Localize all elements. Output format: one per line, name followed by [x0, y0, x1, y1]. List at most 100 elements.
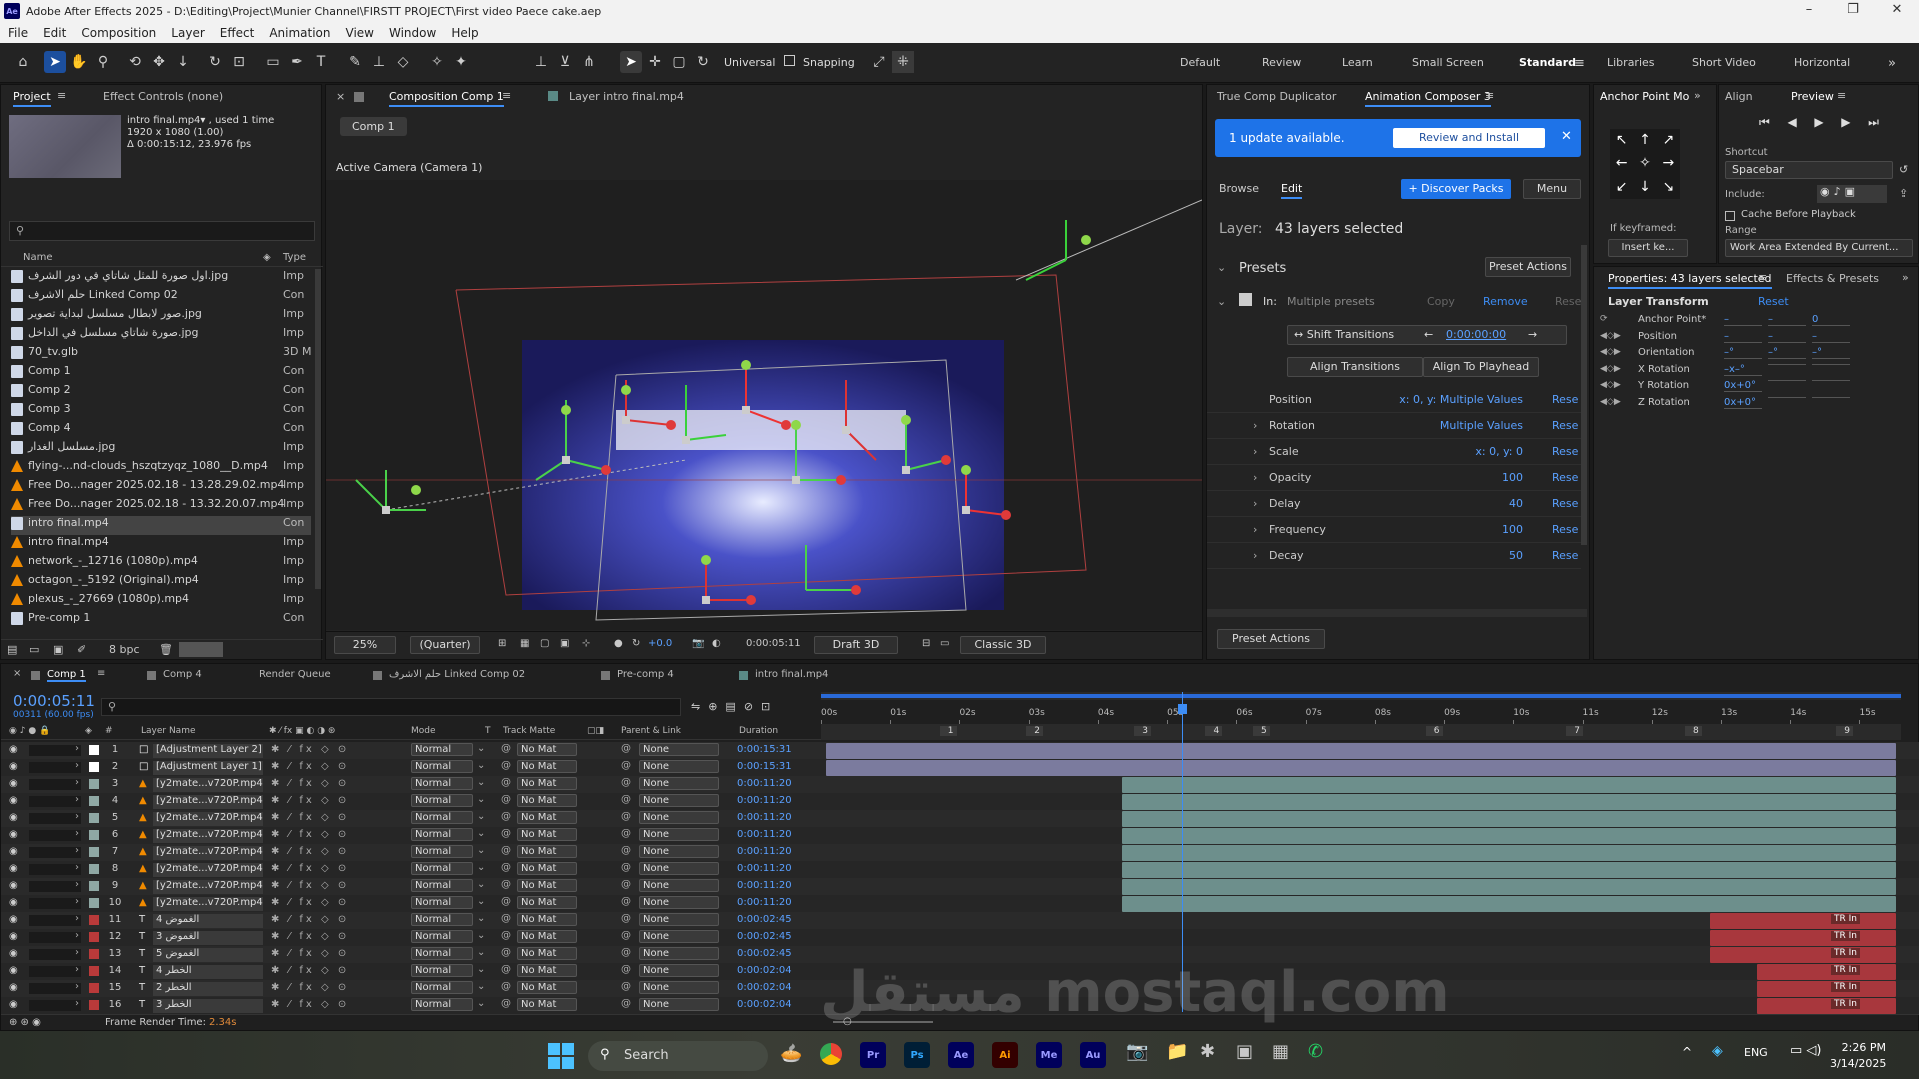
- layer-switches-icon[interactable]: ✱ ⁄ fx ◇ ⊙: [271, 982, 349, 993]
- visibility-eye-icon[interactable]: ◉: [9, 880, 18, 891]
- comp-viewer[interactable]: [326, 180, 1202, 630]
- tab-preview[interactable]: Preview: [1791, 90, 1834, 103]
- parent-dropdown[interactable]: None: [639, 964, 719, 977]
- region-of-interest-icon[interactable]: ▣: [560, 638, 569, 649]
- mode-header[interactable]: Mode: [411, 726, 436, 736]
- transform-reset-button[interactable]: Reset: [1758, 295, 1789, 308]
- pan-behind-icon[interactable]: ⊡: [228, 51, 250, 73]
- transform-row[interactable]: ◀◇▶ Position – – –: [1594, 330, 1919, 346]
- layer-name[interactable]: الغموض 5: [153, 948, 263, 962]
- keyframe-nav-icon[interactable]: ◀◇▶: [1600, 397, 1621, 407]
- comp-marker[interactable]: 1: [939, 726, 957, 736]
- duration-header[interactable]: Duration: [739, 726, 778, 736]
- renderer-dropdown[interactable]: Classic 3D: [960, 636, 1046, 654]
- visibility-eye-icon[interactable]: ◉: [9, 744, 18, 755]
- visibility-eye-icon[interactable]: ◉: [9, 795, 18, 806]
- anchor-grid[interactable]: ↖ ↑ ↗ ← ✧ → ↙ ↓ ↘: [1610, 129, 1680, 199]
- parent-dropdown[interactable]: None: [639, 828, 719, 841]
- expand-layer-icon[interactable]: ›: [75, 981, 79, 992]
- transform-row[interactable]: ◀◇▶ Orientation –° –° –°: [1594, 346, 1919, 362]
- close-button[interactable]: ✕: [1875, 0, 1919, 22]
- table-row[interactable]: ◉ › 12 T الغموض 3 ✱ ⁄ fx ◇ ⊙ Normal ⌄ @ No Mat @ No…: [1, 929, 1919, 946]
- timeline-timecode[interactable]: 0:00:05:11: [13, 692, 95, 710]
- prop-reset-button[interactable]: Rese: [1552, 523, 1578, 536]
- layer-label-color[interactable]: [89, 864, 99, 874]
- prop-expand-icon[interactable]: ›: [1253, 471, 1257, 484]
- matte-link-icon[interactable]: @: [501, 743, 511, 754]
- layer-label-color[interactable]: [89, 847, 99, 857]
- track-matte-dropdown[interactable]: No Mat: [517, 879, 577, 892]
- composer-prop-row[interactable]: › Opacity 100 Rese: [1207, 465, 1581, 491]
- layer-name[interactable]: [Adjustment Layer 2]: [153, 744, 263, 758]
- visibility-eye-icon[interactable]: ◉: [9, 948, 18, 959]
- tab-align[interactable]: Align: [1725, 90, 1753, 103]
- matte-link-icon[interactable]: @: [501, 794, 511, 805]
- pickwhip-icon[interactable]: @: [621, 811, 631, 822]
- table-row[interactable]: ◉ › 9 ▲ [y2mate...v720P.mp4] ✱ ⁄ fx ◇ ⊙ Normal…: [1, 878, 1919, 895]
- mode-dropdown[interactable]: Normal: [411, 743, 473, 756]
- brush-tool-icon[interactable]: ✎: [344, 51, 366, 73]
- expand-layer-icon[interactable]: ›: [75, 794, 79, 805]
- parent-dropdown[interactable]: None: [639, 913, 719, 926]
- layer-name[interactable]: الخطر 3: [153, 999, 263, 1013]
- parent-dropdown[interactable]: None: [639, 811, 719, 824]
- track-matte-dropdown[interactable]: No Mat: [517, 930, 577, 943]
- layer-duration[interactable]: 0:00:11:20: [737, 846, 792, 857]
- matte-link-icon[interactable]: @: [501, 879, 511, 890]
- tab-animation-composer[interactable]: Animation Composer 3: [1365, 90, 1491, 107]
- solo-lock-switches[interactable]: [29, 779, 81, 790]
- reset-shortcut-icon[interactable]: ↺: [1899, 163, 1908, 176]
- mode-dropdown[interactable]: Normal: [411, 964, 473, 977]
- expand-layer-icon[interactable]: ›: [75, 896, 79, 907]
- av-switches-icon[interactable]: ◉ ♪ ● 🔒: [9, 726, 50, 736]
- mode-dropdown[interactable]: Normal: [411, 828, 473, 841]
- comp-marker[interactable]: 9: [1836, 726, 1853, 736]
- matte-link-icon[interactable]: @: [501, 981, 511, 992]
- layer-label-color[interactable]: [89, 915, 99, 925]
- composer-vscroll[interactable]: [1581, 245, 1587, 545]
- transparency-grid-icon[interactable]: ▦: [520, 638, 529, 649]
- remove-button[interactable]: Remove: [1483, 295, 1528, 308]
- folder-icon[interactable]: 📁: [1166, 1041, 1188, 1062]
- layer-name[interactable]: [Adjustment Layer 1]: [153, 761, 263, 775]
- expand-layer-icon[interactable]: ›: [75, 879, 79, 890]
- project-menu-icon[interactable]: ≡: [57, 89, 66, 102]
- marker-bar[interactable]: 1 2 3 4 5 6 7 8 9: [821, 724, 1901, 740]
- layer-label-color[interactable]: [89, 813, 99, 823]
- switches-header-icon[interactable]: ✱ ⁄ fx ▣ ◐ ◑ ⊛: [269, 726, 335, 736]
- matte-link-icon[interactable]: @: [501, 964, 511, 975]
- expand-layer-icon[interactable]: ›: [75, 930, 79, 941]
- interpret-footage-icon[interactable]: ▤: [7, 643, 17, 656]
- expand-layer-icon[interactable]: ›: [75, 913, 79, 924]
- matte-link-icon[interactable]: @: [501, 998, 511, 1009]
- parent-dropdown[interactable]: None: [639, 862, 719, 875]
- keyframe-nav-icon[interactable]: ◀◇▶: [1600, 364, 1621, 374]
- transform-prop-value[interactable]: –°: [1724, 347, 1762, 359]
- layer-switches-icon[interactable]: ✱ ⁄ fx ◇ ⊙: [271, 778, 349, 789]
- table-row[interactable]: ◉ › 2 □ [Adjustment Layer 1] ✱ ⁄ fx ◇ ⊙ Normal…: [1, 759, 1919, 776]
- layer-switches-icon[interactable]: ✱ ⁄ fx ◇ ⊙: [271, 761, 349, 772]
- exposure-value[interactable]: +0.0: [648, 638, 672, 649]
- parent-dropdown[interactable]: None: [639, 743, 719, 756]
- layer-name[interactable]: الغموض 3: [153, 931, 263, 945]
- expand-layer-icon[interactable]: ›: [75, 743, 79, 754]
- dolly-camera-icon[interactable]: ↓: [172, 51, 194, 73]
- layer-duration-bar[interactable]: [1122, 845, 1896, 861]
- keyframe-nav-icon[interactable]: ◀◇▶: [1600, 347, 1621, 357]
- workspace-default[interactable]: Default: [1180, 56, 1220, 69]
- 3d-rotate-icon[interactable]: ↻: [692, 51, 714, 73]
- matte-link-icon[interactable]: @: [501, 811, 511, 822]
- layer-switches-icon[interactable]: ✱ ⁄ fx ◇ ⊙: [271, 829, 349, 840]
- parent-dropdown[interactable]: None: [639, 930, 719, 943]
- layer-name[interactable]: [y2mate...v720P.mp4]: [153, 829, 263, 843]
- minimize-button[interactable]: –: [1787, 0, 1831, 22]
- expand-layer-icon[interactable]: ›: [75, 828, 79, 839]
- solo-lock-switches[interactable]: [29, 813, 81, 824]
- transform-prop-value[interactable]: 0x+0°: [1724, 380, 1762, 392]
- transform-prop-value[interactable]: [1812, 396, 1850, 398]
- network-icon[interactable]: ▭ ◁): [1790, 1043, 1821, 1058]
- comp-flowchart-icon[interactable]: ⊕ ⊛ ◉: [9, 1017, 41, 1028]
- browse-tab[interactable]: Browse: [1219, 182, 1259, 195]
- parent-dropdown[interactable]: None: [639, 879, 719, 892]
- layer-duration-bar[interactable]: TR In: [1709, 913, 1896, 929]
